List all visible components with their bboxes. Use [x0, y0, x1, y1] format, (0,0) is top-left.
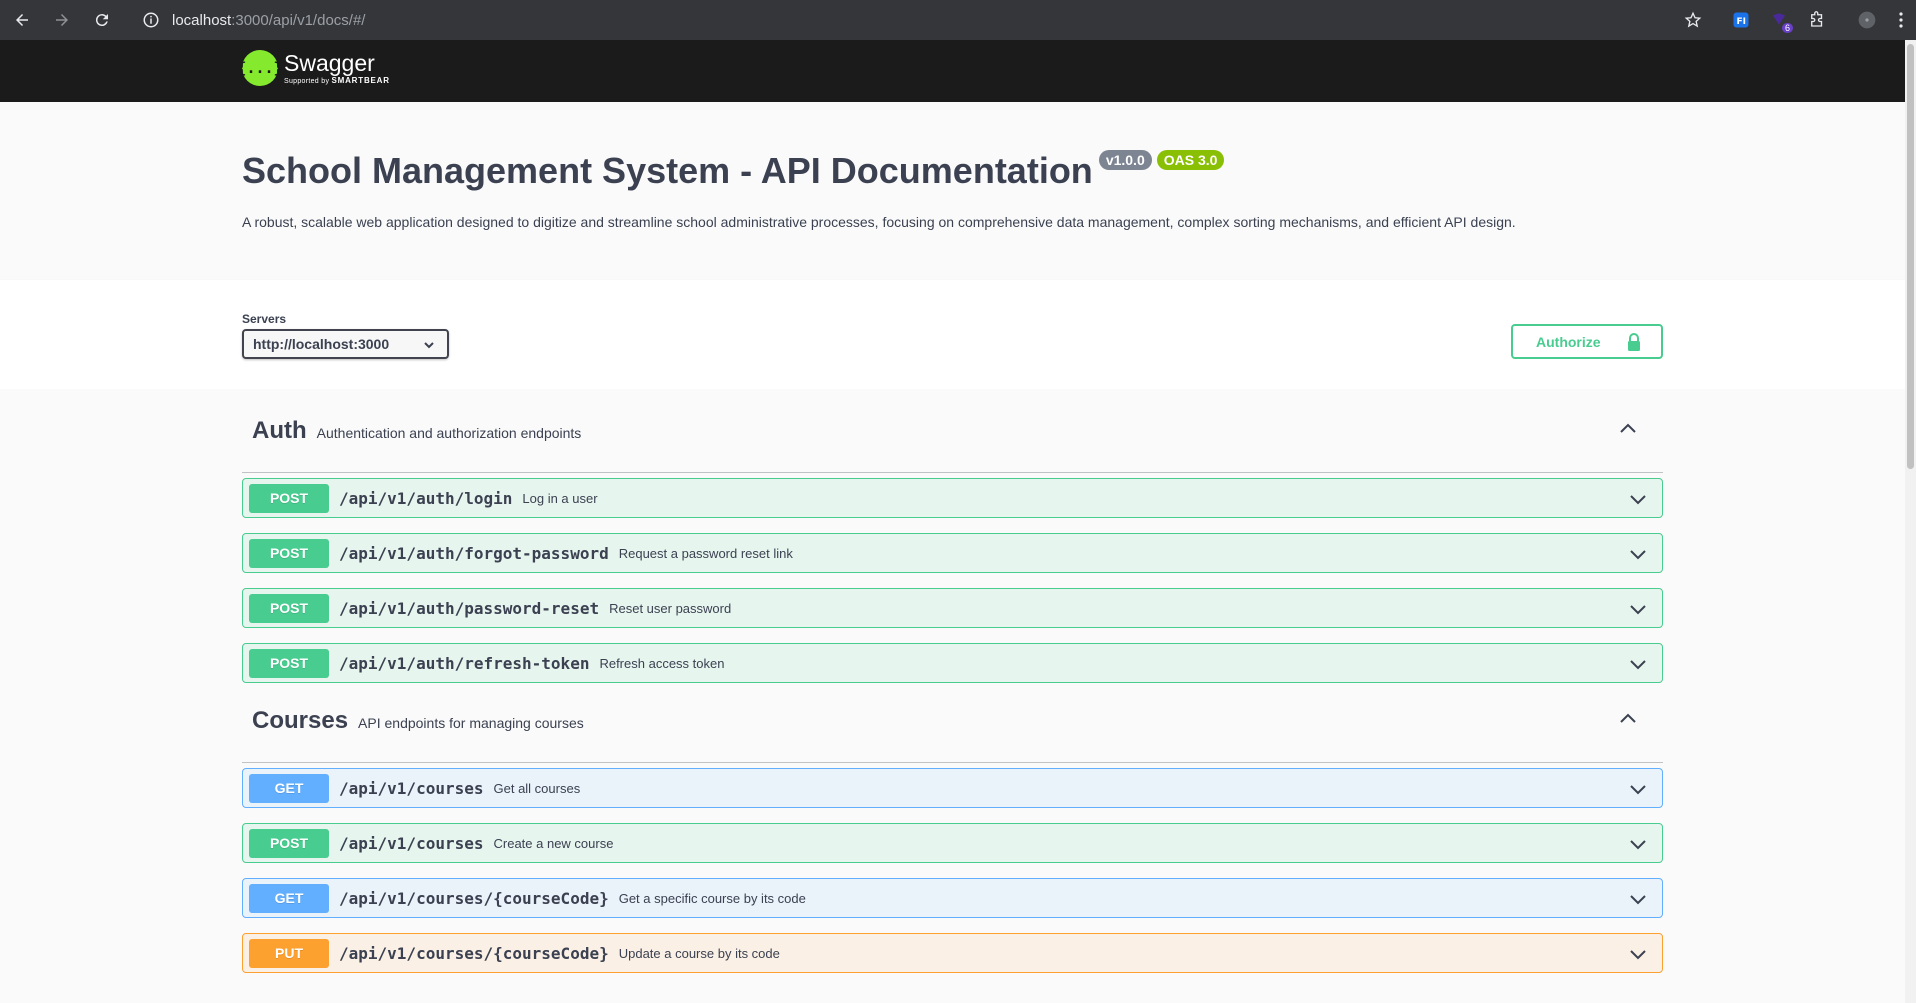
star-icon [1684, 11, 1702, 28]
chevron-down-icon [424, 342, 434, 349]
method-badge: POST [249, 538, 329, 568]
operation-path: /api/v1/auth/password-reset [339, 598, 600, 618]
extensions-area: FI 6 [1674, 0, 1916, 40]
operation-summary: Update a course by its code [618, 945, 780, 961]
back-button[interactable] [2, 0, 42, 40]
operation-row[interactable]: POST /api/v1/auth/forgot-password Reques… [242, 533, 1663, 573]
chevron-down-icon[interactable] [1628, 654, 1648, 674]
operation-summary: Log in a user [522, 490, 598, 506]
logo-sub-prefix: Supported by [284, 78, 330, 85]
operation-summary: Refresh access token [599, 655, 725, 671]
operation-row[interactable]: POST /api/v1/courses Create a new course [242, 823, 1663, 863]
version-badge: v1.0.0 [1098, 150, 1152, 170]
operation-summary: Request a password reset link [618, 545, 793, 561]
extension-count-badge: 6 [1781, 23, 1793, 33]
scheme-container: Servers http://localhost:3000 Authorize [0, 280, 1905, 389]
swagger-logo[interactable]: {...} Swagger Supported by SMARTBEAR [237, 50, 390, 86]
operation-path: /api/v1/auth/refresh-token [339, 653, 590, 673]
extension-badge-button[interactable]: 6 [1760, 0, 1798, 40]
scrollbar-thumb[interactable] [1907, 44, 1914, 469]
authorize-label: Authorize [1536, 333, 1601, 350]
method-badge: POST [249, 648, 329, 678]
operation-row[interactable]: POST /api/v1/auth/refresh-token Refresh … [242, 643, 1663, 683]
forward-button[interactable] [42, 0, 82, 40]
chevron-up-icon[interactable] [1618, 419, 1638, 439]
chevron-down-icon[interactable] [1628, 944, 1648, 964]
servers-selected-value: http://localhost:3000 [253, 336, 390, 352]
chevron-down-icon[interactable] [1628, 834, 1648, 854]
bookmark-button[interactable] [1674, 0, 1712, 40]
ext-fi-icon: FI [1733, 12, 1749, 28]
menu-icon [1899, 12, 1903, 28]
method-badge: GET [249, 883, 329, 913]
operations-main: Auth Authentication and authorization en… [0, 389, 1905, 1003]
tag-header-auth[interactable]: Auth Authentication and authorization en… [242, 389, 1663, 473]
profile-icon [1858, 11, 1876, 29]
swagger-topbar: {...} Swagger Supported by SMARTBEAR [0, 40, 1905, 102]
back-icon [16, 14, 28, 26]
lock-icon [1628, 333, 1640, 351]
method-badge: GET [249, 773, 329, 803]
page-title: School Management System - API Documenta… [242, 150, 1093, 191]
logo-sub-brand: SMARTBEAR [331, 76, 390, 85]
chevron-down-icon[interactable] [1628, 544, 1648, 564]
reload-icon [95, 14, 108, 27]
extensions-button[interactable] [1798, 0, 1836, 40]
url-host: localhost [172, 11, 232, 29]
operation-row[interactable]: POST /api/v1/auth/password-reset Reset u… [242, 588, 1663, 628]
page-title-row: School Management System - API Documenta… [242, 150, 1225, 192]
page-scrollbar[interactable] [1905, 40, 1916, 1003]
method-badge: POST [249, 593, 329, 623]
chevron-down-icon[interactable] [1628, 599, 1648, 619]
operation-path: /api/v1/courses [339, 778, 484, 798]
forward-icon [56, 14, 68, 26]
oas-badge: OAS 3.0 [1156, 150, 1225, 170]
operation-path: /api/v1/courses/{courseCode} [339, 943, 609, 963]
extension-fi-button[interactable]: FI [1722, 0, 1760, 40]
operation-path: /api/v1/auth/login [339, 488, 513, 508]
operation-summary: Get all courses [493, 780, 581, 796]
chevron-down-icon[interactable] [1628, 489, 1648, 509]
servers-select[interactable]: http://localhost:3000 [242, 329, 449, 359]
operation-summary: Reset user password [609, 600, 732, 616]
operation-summary: Get a specific course by its code [618, 890, 806, 906]
operation-row[interactable]: GET /api/v1/courses/{courseCode} Get a s… [242, 878, 1663, 918]
authorize-button[interactable]: Authorize [1511, 324, 1663, 359]
browser-toolbar: localhost:3000/api/v1/docs/#/ FI 6 [0, 0, 1916, 40]
tag-name: Courses [252, 706, 349, 734]
operation-row[interactable]: PUT /api/v1/courses/{courseCode} Update … [242, 933, 1663, 973]
info-icon[interactable] [142, 11, 160, 29]
operation-path: /api/v1/auth/forgot-password [339, 543, 609, 563]
method-badge: PUT [249, 938, 329, 968]
profile-button[interactable] [1848, 0, 1886, 40]
logo-name: Swagger [284, 50, 375, 76]
method-badge: POST [249, 828, 329, 858]
logo-subtitle: Supported by SMARTBEAR [284, 76, 390, 85]
operation-summary: Create a new course [493, 835, 614, 851]
operation-row[interactable]: POST /api/v1/auth/login Log in a user [242, 478, 1663, 518]
servers-label: Servers [242, 312, 287, 326]
puzzle-icon [1811, 11, 1823, 27]
tag-name: Auth [252, 416, 307, 444]
chevron-down-icon[interactable] [1628, 889, 1648, 909]
tag-header-courses[interactable]: Courses API endpoints for managing cours… [242, 679, 1663, 763]
operation-path: /api/v1/courses [339, 833, 484, 853]
method-badge: POST [249, 483, 329, 513]
reload-button[interactable] [82, 0, 122, 40]
chevron-down-icon[interactable] [1628, 779, 1648, 799]
browser-menu-button[interactable] [1886, 0, 1916, 40]
api-description: A robust, scalable web application desig… [242, 214, 1516, 230]
tag-description: API endpoints for managing courses [358, 714, 584, 731]
swagger-logo-icon: {...} [237, 50, 283, 86]
svg-text:FI: FI [1737, 17, 1747, 27]
tag-description: Authentication and authorization endpoin… [316, 424, 582, 441]
address-bar[interactable]: localhost:3000/api/v1/docs/#/ [142, 11, 365, 29]
chevron-up-icon[interactable] [1618, 709, 1638, 729]
url-path: :3000/api/v1/docs/#/ [231, 11, 366, 29]
api-info: School Management System - API Documenta… [0, 102, 1905, 280]
operation-row[interactable]: GET /api/v1/courses Get all courses [242, 768, 1663, 808]
operation-path: /api/v1/courses/{courseCode} [339, 888, 609, 908]
